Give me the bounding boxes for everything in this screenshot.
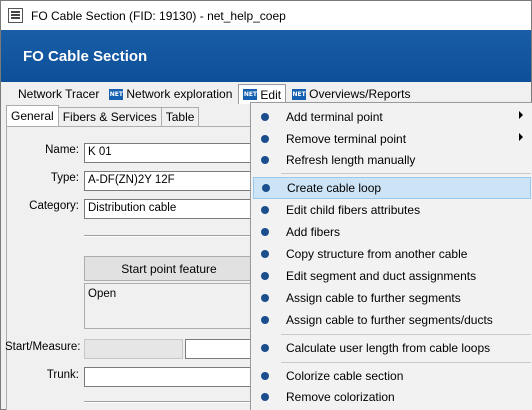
bullet-icon [261, 316, 269, 324]
bullet-icon [261, 294, 269, 302]
application-window: FO Cable Section (FID: 19130) - net_help… [0, 0, 532, 410]
menu-item-remove-terminal-point[interactable]: Remove terminal point [253, 128, 531, 150]
title-bar[interactable]: FO Cable Section (FID: 19130) - net_help… [1, 1, 531, 30]
menu-item-label: Assign cable to further segments/ducts [286, 313, 493, 327]
start-measure-field [84, 339, 183, 359]
bullet-icon [261, 272, 269, 280]
menu-item-copy-structure[interactable]: Copy structure from another cable [253, 243, 531, 265]
bullet-icon [262, 184, 270, 192]
menu-item-label: Add fibers [286, 225, 341, 239]
net-icon: NET [243, 89, 258, 100]
start-point-value-box: Open [84, 283, 254, 329]
menu-item-colorize-cable-section[interactable]: Colorize cable section [253, 365, 531, 387]
menu-separator [281, 362, 531, 363]
submenu-arrow-icon [519, 111, 523, 119]
category-field[interactable]: Distribution cable [84, 199, 254, 219]
menu-item-label: Remove terminal point [286, 132, 407, 146]
dialog-header-title: FO Cable Section [23, 47, 148, 65]
net-icon: NET [292, 88, 307, 100]
menu-item-label: Edit segment and duct assignments [286, 269, 477, 283]
bullet-icon [261, 344, 269, 352]
menu-item-calculate-user-length[interactable]: Calculate user length from cable loops [253, 337, 531, 359]
menu-item-create-cable-loop[interactable]: Create cable loop [253, 177, 531, 199]
menu-separator [281, 173, 531, 174]
menu-item-refresh-length-manually[interactable]: Refresh length manually [253, 149, 531, 171]
name-label: Name: [45, 144, 79, 156]
bullet-icon [261, 393, 269, 401]
menu-network-tracer-label: Network Tracer [18, 87, 100, 101]
menu-item-edit-child-fibers-attributes[interactable]: Edit child fibers attributes [253, 199, 531, 221]
menu-item-label: Remove colorization [286, 390, 395, 404]
tab-table[interactable]: Table [160, 107, 200, 126]
menu-item-label: Refresh length manually [286, 153, 416, 167]
category-label: Category: [29, 200, 79, 212]
net-icon: NET [109, 88, 124, 100]
menu-item-add-fibers[interactable]: Add fibers [253, 221, 531, 243]
menu-item-remove-colorization[interactable]: Remove colorization [253, 386, 531, 408]
menu-item-edit-segment-duct-assignments[interactable]: Edit segment and duct assignments [253, 265, 531, 287]
tab-general-label: General [11, 109, 54, 123]
trunk-field[interactable] [84, 367, 254, 387]
name-field[interactable]: K 01 [84, 143, 254, 163]
window-title: FO Cable Section (FID: 19130) - net_help… [31, 8, 286, 23]
menu-item-label: Copy structure from another cable [286, 247, 468, 261]
tab-fibers-services-label: Fibers & Services [62, 110, 157, 124]
menu-network-tracer[interactable]: Network Tracer [14, 84, 103, 104]
measure-field[interactable] [185, 339, 254, 359]
separator [84, 235, 254, 237]
menu-overviews-reports[interactable]: NET Overviews/Reports [288, 84, 414, 104]
menu-network-exploration-label: Network exploration [126, 87, 233, 101]
start-measure-label: Start/Measure: [5, 341, 81, 353]
menu-edit[interactable]: NET Edit [238, 84, 287, 104]
bullet-icon [261, 250, 269, 258]
bullet-icon [261, 206, 269, 214]
tab-fibers-services[interactable]: Fibers & Services [57, 107, 162, 126]
trunk-label: Trunk: [46, 369, 79, 381]
dialog-header: FO Cable Section [1, 30, 531, 82]
menu-bar: Network Tracer NET Network exploration N… [1, 84, 531, 104]
menu-item-assign-cable-segments-ducts[interactable]: Assign cable to further segments/ducts [253, 309, 531, 331]
type-label: Type: [50, 172, 79, 184]
bullet-icon [261, 156, 269, 164]
menu-item-label: Add terminal point [286, 110, 383, 124]
bullet-icon [261, 228, 269, 236]
menu-item-add-terminal-point[interactable]: Add terminal point [253, 106, 531, 128]
bullet-icon [261, 113, 269, 121]
tab-general[interactable]: General [6, 105, 59, 126]
type-field[interactable]: A-DF(ZN)2Y 12F [84, 171, 254, 191]
menu-item-label: Create cable loop [287, 181, 382, 195]
window-app-icon [8, 8, 23, 23]
separator [84, 401, 254, 403]
menu-edit-label: Edit [260, 87, 282, 102]
bullet-icon [261, 372, 269, 380]
menu-item-label: Colorize cable section [286, 369, 404, 383]
tab-strip: General Fibers & Services Table [6, 105, 200, 127]
menu-network-exploration[interactable]: NET Network exploration [105, 84, 236, 104]
menu-overviews-reports-label: Overviews/Reports [309, 87, 411, 101]
menu-separator [281, 334, 531, 335]
submenu-arrow-icon [519, 133, 523, 141]
menu-item-assign-cable-segments[interactable]: Assign cable to further segments [253, 287, 531, 309]
tab-table-label: Table [165, 110, 195, 124]
edit-dropdown-menu: Add terminal point Remove terminal point… [250, 102, 532, 410]
menu-item-label: Assign cable to further segments [286, 291, 461, 305]
bullet-icon [261, 135, 269, 143]
menu-item-label: Calculate user length from cable loops [286, 341, 491, 355]
start-point-feature-button[interactable]: Start point feature [84, 256, 254, 281]
menu-item-label: Edit child fibers attributes [286, 203, 421, 217]
